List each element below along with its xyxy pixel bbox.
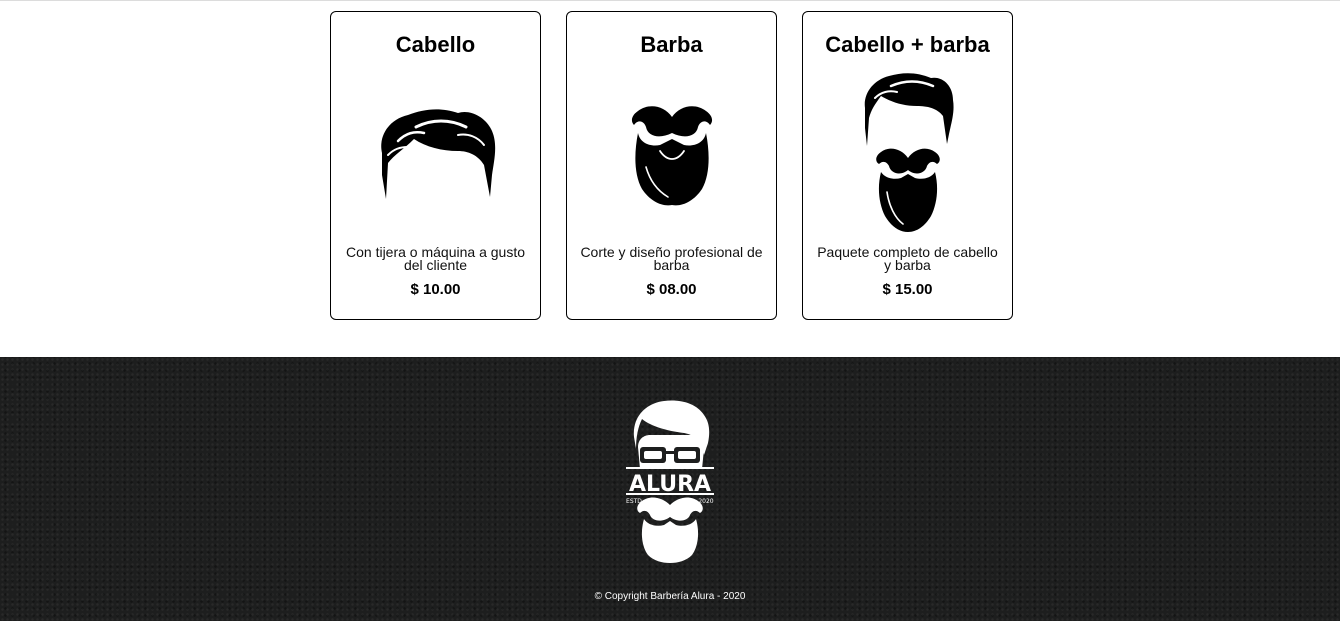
product-price: $ 08.00 [646,281,697,298]
products-section: Cabello Con tijera o máquina a gusto del… [330,11,1013,320]
product-price: $ 10.00 [410,281,461,298]
product-price: $ 15.00 [882,281,933,298]
product-card-barba: Barba Corte y diseño profesional de barb… [566,11,777,320]
product-title: Barba [640,32,703,57]
copyright-text: © Copyright Barbería Alura - 2020 [594,591,746,602]
top-divider [0,0,1340,1]
hair-and-beard-icon [803,68,1012,238]
beard-icon [567,68,776,238]
product-title: Cabello [395,32,476,57]
logo-brand-text: ALURA [629,472,711,497]
product-description: Con tijera o máquina a gusto del cliente [346,244,525,273]
product-card-cabello: Cabello Con tijera o máquina a gusto del… [330,11,541,320]
product-description: Corte y diseño profesional de barba [580,244,763,273]
barber-logo-icon: ALURA ESTD 2020 [620,397,720,563]
product-description: Paquete completo de cabello y barba [817,244,998,273]
hair-icon [331,68,540,238]
site-footer: ALURA ESTD 2020 © Copyright Barbería Alu… [0,357,1340,621]
product-card-cabello-barba: Cabello + barba Paquete completo de cabe… [802,11,1013,320]
product-title: Cabello + barba [825,32,990,57]
